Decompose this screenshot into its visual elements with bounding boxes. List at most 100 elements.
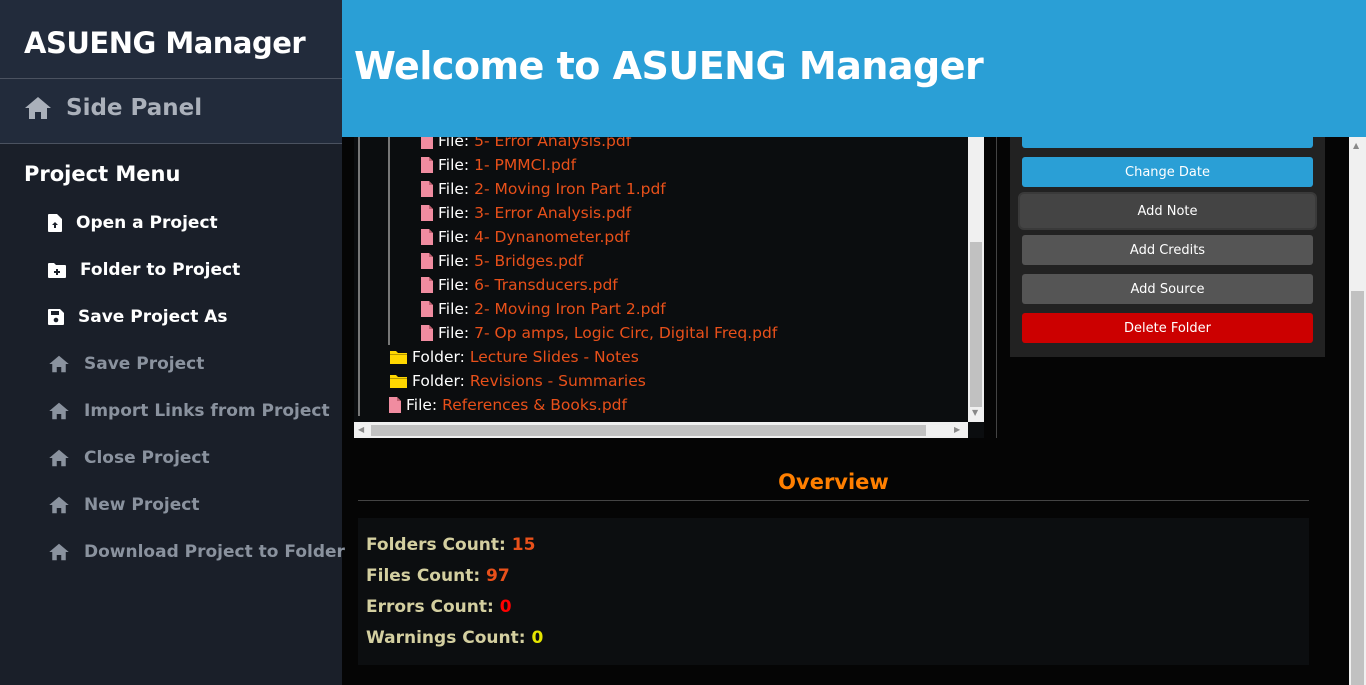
home-icon <box>48 496 70 514</box>
divider <box>0 78 342 79</box>
stat-warnings-count: Warnings Count: 0 <box>366 628 543 648</box>
stat-value: 97 <box>486 566 510 586</box>
item-type-label: File: <box>438 180 470 198</box>
stat-label: Errors Count: <box>366 597 500 617</box>
menu-item-import-links-from-project[interactable]: Import Links from Project <box>48 401 330 421</box>
menu-item-download-project-to-folder[interactable]: Download Project to Folder <box>48 542 345 562</box>
change-date-button[interactable]: Change Date <box>1022 157 1313 187</box>
pdf-file-icon <box>421 229 433 245</box>
folder-icon <box>390 374 407 388</box>
menu-item-save-project-as[interactable]: Save Project As <box>48 307 228 327</box>
add-source-button[interactable]: Add Source <box>1022 274 1313 304</box>
item-name: 4- Dynanometer.pdf <box>474 228 630 246</box>
stat-errors-count: Errors Count: 0 <box>366 597 512 617</box>
item-type-label: File: <box>438 300 470 318</box>
item-name: Revisions - Summaries <box>469 372 646 390</box>
home-icon <box>48 355 70 373</box>
stat-files-count: Files Count: 97 <box>366 566 510 586</box>
tree-file-item[interactable]: File: 2- Moving Iron Part 2.pdf <box>421 297 666 321</box>
pdf-file-icon <box>421 301 433 317</box>
item-type-label: File: <box>438 252 470 270</box>
add-note-button[interactable]: Add Note <box>1018 192 1317 230</box>
menu-item-close-project[interactable]: Close Project <box>48 448 210 468</box>
pdf-file-icon <box>421 277 433 293</box>
stat-label: Files Count: <box>366 566 487 586</box>
tree-folder-item[interactable]: Folder: Revisions - Summaries <box>390 369 646 393</box>
folder-actions-panel: Add File Change Date Add Note Add Credit… <box>1010 100 1325 357</box>
menu-item-new-project[interactable]: New Project <box>48 495 199 515</box>
home-icon <box>25 97 51 119</box>
item-name: 2- Moving Iron Part 1.pdf <box>474 180 666 198</box>
tree-vertical-scrollbar[interactable]: ▲ ▼ <box>968 120 984 422</box>
overview-stats: Folders Count: 15 Files Count: 97 Errors C… <box>358 518 1309 665</box>
pdf-file-icon <box>421 253 433 269</box>
tree-folder-item[interactable]: Folder: Lecture Slides - Notes <box>390 345 639 369</box>
stat-label: Warnings Count: <box>366 628 532 648</box>
pdf-file-icon <box>421 157 433 173</box>
item-type-label: File: <box>438 276 470 294</box>
tree-file-item[interactable]: File: References & Books.pdf <box>389 393 627 417</box>
menu-item-save-project[interactable]: Save Project <box>48 354 204 374</box>
scroll-up-arrow-icon[interactable]: ▲ <box>1353 141 1359 150</box>
scrollbar-thumb[interactable] <box>970 242 982 407</box>
divider <box>358 500 1309 501</box>
stat-value: 0 <box>499 597 512 617</box>
app-brand: ASUENG Manager <box>24 26 306 60</box>
pdf-file-icon <box>421 205 433 221</box>
tree-guide-line <box>358 120 360 416</box>
page-header: Welcome to ASUENG Manager <box>342 0 1366 137</box>
file-upload-icon <box>48 214 62 232</box>
menu-item-label: Import Links from Project <box>84 401 330 421</box>
sidebar-header <box>0 0 342 143</box>
menu-item-folder-to-project[interactable]: Folder to Project <box>48 260 240 280</box>
item-name: 1- PMMCI.pdf <box>474 156 577 174</box>
item-type-label: Folder: <box>412 348 465 366</box>
tree-file-item[interactable]: File: 2- Moving Iron Part 1.pdf <box>421 177 666 201</box>
pdf-file-icon <box>421 325 433 341</box>
sidebar: ASUENG Manager Side Panel Project Menu O… <box>0 0 345 685</box>
side-panel-link[interactable]: Side Panel <box>24 95 202 121</box>
page-scrollbar[interactable]: ▲ <box>1349 137 1366 685</box>
delete-folder-button[interactable]: Delete Folder <box>1022 313 1313 343</box>
menu-item-label: Open a Project <box>76 213 218 233</box>
scroll-left-arrow-icon[interactable]: ◀ <box>358 425 364 434</box>
tree-file-item[interactable]: File: 7- Op amps, Logic Circ, Digital Fr… <box>421 321 777 345</box>
scroll-down-arrow-icon[interactable]: ▼ <box>972 408 978 417</box>
scrollbar-thumb[interactable] <box>371 425 926 436</box>
home-icon <box>48 402 70 420</box>
menu-item-open-a-project[interactable]: Open a Project <box>48 213 218 233</box>
tree-file-item[interactable]: File: 1- PMMCI.pdf <box>421 153 576 177</box>
add-credits-button[interactable]: Add Credits <box>1022 235 1313 265</box>
side-panel-label: Side Panel <box>66 95 203 121</box>
tree-file-item[interactable]: File: 4- Dynanometer.pdf <box>421 225 630 249</box>
tree-file-item[interactable]: File: 3- Error Analysis.pdf <box>421 201 631 225</box>
item-name: Lecture Slides - Notes <box>469 348 639 366</box>
scroll-right-arrow-icon[interactable]: ▶ <box>954 425 960 434</box>
stat-value: 15 <box>511 535 536 555</box>
home-icon <box>48 449 70 467</box>
overview-title: Overview <box>778 470 889 494</box>
item-name: 3- Error Analysis.pdf <box>474 204 632 222</box>
item-type-label: Folder: <box>412 372 465 390</box>
floppy-disk-icon <box>48 309 64 325</box>
stat-folders-count: Folders Count: 15 <box>366 535 535 555</box>
tree-horizontal-scrollbar[interactable]: ◀ ▶ <box>354 422 968 438</box>
project-tree[interactable]: File: 5- Error Analysis.pdf File: 1- PMMC… <box>354 120 984 438</box>
menu-item-label: Save Project As <box>78 307 228 327</box>
stat-value: 0 <box>531 628 544 648</box>
scrollbar-thumb[interactable] <box>1351 291 1364 685</box>
item-type-label: File: <box>438 156 470 174</box>
pdf-file-icon <box>389 397 401 413</box>
divider <box>996 137 997 438</box>
item-name: 6- Transducers.pdf <box>474 276 618 294</box>
folder-icon <box>390 350 407 364</box>
item-type-label: File: <box>406 396 438 414</box>
tree-file-item[interactable]: File: 6- Transducers.pdf <box>421 273 618 297</box>
divider <box>0 143 342 144</box>
menu-item-label: Close Project <box>84 448 210 468</box>
menu-item-label: Download Project to Folder <box>84 542 345 562</box>
item-type-label: File: <box>438 228 470 246</box>
pdf-file-icon <box>421 181 433 197</box>
item-name: 5- Bridges.pdf <box>474 252 584 270</box>
tree-file-item[interactable]: File: 5- Bridges.pdf <box>421 249 583 273</box>
